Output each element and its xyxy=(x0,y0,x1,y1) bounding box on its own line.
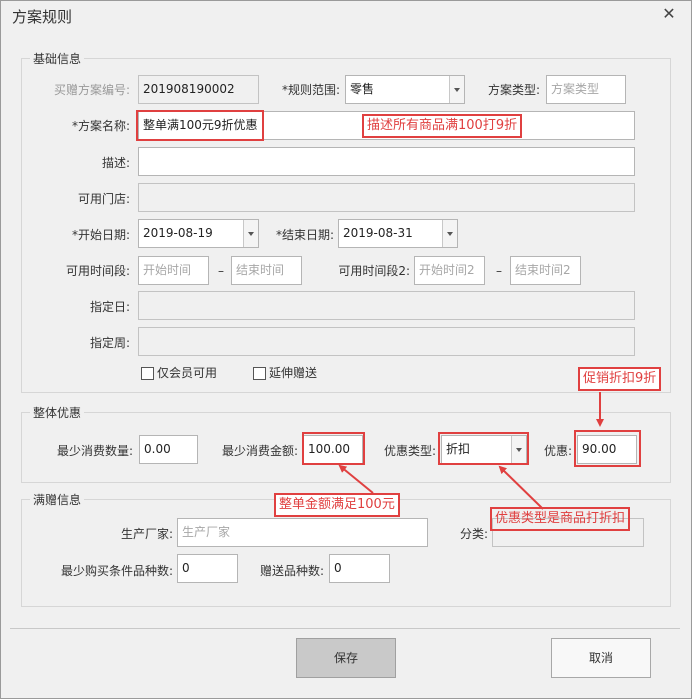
end-date-picker[interactable]: 2019-08-31 xyxy=(338,219,458,248)
window-title: 方案规则 xyxy=(12,8,73,26)
plan-name-highlight xyxy=(136,110,264,141)
gift-kinds-input[interactable]: 0 xyxy=(329,554,390,583)
time-period2-label: 可用时间段2: xyxy=(338,264,410,278)
specified-day-field[interactable] xyxy=(138,291,635,320)
discount-type-highlight xyxy=(438,432,529,465)
period2-end-placeholder: 结束时间2 xyxy=(515,263,571,277)
plan-name-label: *方案名称: xyxy=(71,119,130,133)
amount-annotation: 整单金额满足100元 xyxy=(274,493,400,517)
scope-value: 零售 xyxy=(350,82,375,96)
scope-label: *规则范围: xyxy=(281,83,340,97)
specified-week-label: 指定周: xyxy=(89,336,130,350)
end-date-value: 2019-08-31 xyxy=(343,226,413,240)
min-amount-label: 最少消费金额: xyxy=(221,444,298,458)
discount-type-label: 优惠类型: xyxy=(383,444,436,458)
gift-kinds-label: 赠送品种数: xyxy=(259,564,324,578)
specified-week-field[interactable] xyxy=(138,327,635,356)
start-date-value: 2019-08-19 xyxy=(143,226,213,240)
discount-label: 优惠: xyxy=(543,444,572,458)
cancel-button[interactable]: 取消 xyxy=(551,638,651,678)
description-label: 描述: xyxy=(101,156,130,170)
discount-highlight xyxy=(574,430,641,467)
plan-type-label: 方案类型: xyxy=(487,83,540,97)
period1-start-placeholder: 开始时间 xyxy=(143,263,192,277)
category-label: 分类: xyxy=(459,527,488,541)
manufacturer-label: 生产厂家: xyxy=(120,527,173,541)
plan-type-placeholder: 方案类型 xyxy=(551,82,600,96)
chevron-down-icon[interactable] xyxy=(449,76,464,103)
scope-dropdown[interactable]: 零售 xyxy=(345,75,465,104)
plan-no-field: 201908190002 xyxy=(138,75,259,104)
min-amount-highlight xyxy=(302,432,365,465)
discount-annotation: 促销折扣9折 xyxy=(578,367,662,391)
gift-info-legend: 满赠信息 xyxy=(33,493,82,507)
extend-gift-checkbox[interactable] xyxy=(253,367,266,380)
specified-day-label: 指定日: xyxy=(89,300,130,314)
start-date-label: *开始日期: xyxy=(71,228,130,242)
min-qty-input[interactable]: 0.00 xyxy=(139,435,198,464)
period2-start-placeholder: 开始时间2 xyxy=(419,263,475,277)
stores-field[interactable] xyxy=(138,183,635,212)
period2-dash: – xyxy=(496,264,502,278)
stores-label: 可用门店: xyxy=(77,192,130,206)
start-date-picker[interactable]: 2019-08-19 xyxy=(138,219,259,248)
extend-gift-label[interactable]: 延伸赠送 xyxy=(269,365,317,381)
close-icon[interactable]: ✕ xyxy=(661,5,677,23)
period1-end-placeholder: 结束时间 xyxy=(236,263,285,277)
chevron-down-icon[interactable] xyxy=(442,220,457,247)
save-button[interactable]: 保存 xyxy=(296,638,396,678)
end-date-label: *结束日期: xyxy=(275,228,334,242)
overall-discount-legend: 整体优惠 xyxy=(33,406,82,420)
plan-no-label: 买赠方案编号: xyxy=(53,83,130,97)
min-kinds-label: 最少购买条件品种数: xyxy=(60,564,173,578)
period1-dash: – xyxy=(218,264,224,278)
period1-end-input[interactable]: 结束时间 xyxy=(231,256,302,285)
chevron-down-icon[interactable] xyxy=(243,220,258,247)
description-input[interactable] xyxy=(138,147,635,176)
manufacturer-input[interactable]: 生产厂家 xyxy=(177,518,428,547)
plan-type-input[interactable]: 方案类型 xyxy=(546,75,626,104)
manufacturer-placeholder: 生产厂家 xyxy=(182,525,231,539)
basic-info-legend: 基础信息 xyxy=(33,52,82,66)
member-only-label[interactable]: 仅会员可用 xyxy=(157,365,217,381)
footer-separator xyxy=(10,628,680,629)
type-annotation: 优惠类型是商品打折扣 xyxy=(490,507,631,531)
time-period-label: 可用时间段: xyxy=(65,264,130,278)
period2-end-input[interactable]: 结束时间2 xyxy=(510,256,581,285)
min-qty-label: 最少消费数量: xyxy=(56,444,133,458)
description-annotation: 描述所有商品满100打9折 xyxy=(362,114,523,138)
period2-start-input[interactable]: 开始时间2 xyxy=(414,256,485,285)
period1-start-input[interactable]: 开始时间 xyxy=(138,256,209,285)
min-kinds-input[interactable]: 0 xyxy=(177,554,238,583)
member-only-checkbox[interactable] xyxy=(141,367,154,380)
